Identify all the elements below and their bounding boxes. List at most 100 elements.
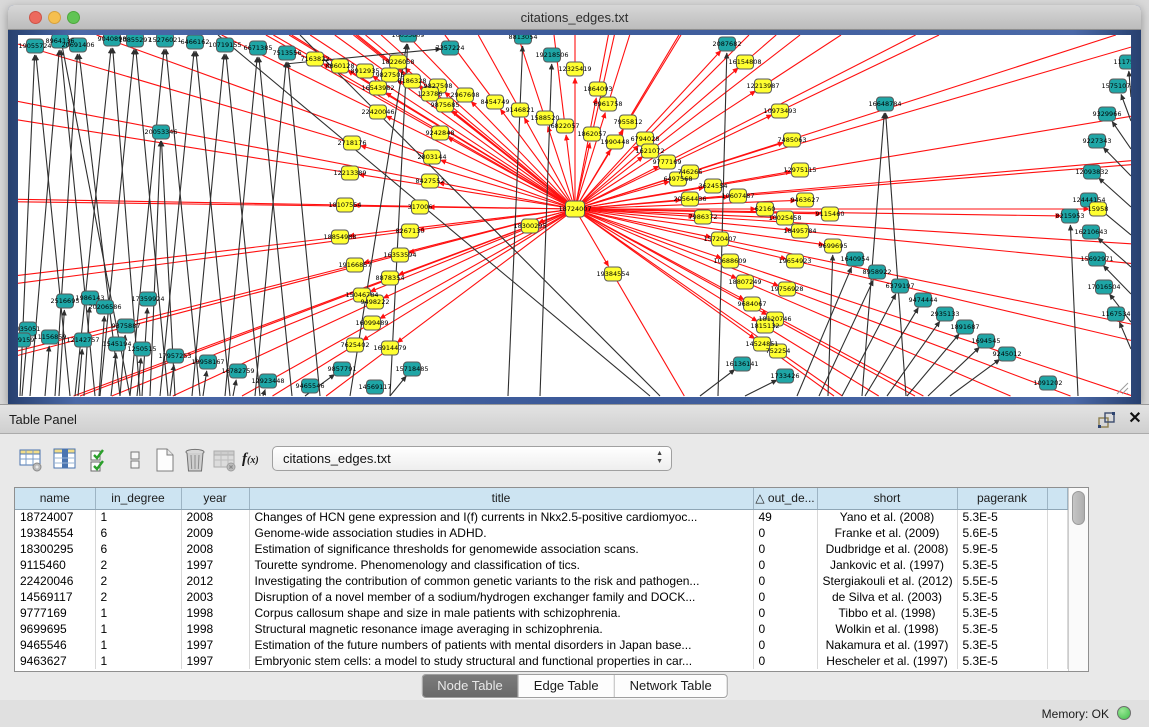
cell[interactable]: Dudbridge et al. (2008) xyxy=(817,541,957,557)
select-spinner-icon[interactable]: ▲▼ xyxy=(656,450,663,466)
cell[interactable]: 2 xyxy=(95,589,181,605)
tab-network-table[interactable]: Network Table xyxy=(615,675,727,697)
cell[interactable]: 2003 xyxy=(181,589,249,605)
table-row[interactable]: 946554611997Estimation of the future num… xyxy=(15,637,1068,653)
new-file-icon[interactable] xyxy=(152,447,178,473)
cell[interactable]: Wolkin et al. (1998) xyxy=(817,621,957,637)
rows-icon[interactable] xyxy=(122,447,148,473)
cell[interactable]: Nakamura et al. (1997) xyxy=(817,637,957,653)
tab-node-table[interactable]: Node Table xyxy=(422,675,519,697)
cell[interactable]: Stergiakouli et al. (2012) xyxy=(817,573,957,589)
table-scrollbar[interactable] xyxy=(1068,488,1088,671)
cell[interactable]: 14569117 xyxy=(15,589,95,605)
delete-table-icon[interactable] xyxy=(212,447,238,473)
column-header-year[interactable]: year xyxy=(181,488,249,509)
cell[interactable]: Tourette syndrome. Phenomenology and cla… xyxy=(249,557,753,573)
cell[interactable]: 18300295 xyxy=(15,541,95,557)
cell[interactable]: de Silva et al. (2003) xyxy=(817,589,957,605)
cell[interactable]: 1 xyxy=(95,653,181,669)
cell[interactable]: 1998 xyxy=(181,605,249,621)
resize-handle-icon[interactable] xyxy=(1113,379,1129,395)
cell[interactable]: 5.3E-5 xyxy=(957,557,1047,573)
table-row[interactable]: 977716911998Corpus callosum shape and si… xyxy=(15,605,1068,621)
close-panel-icon[interactable]: ✕ xyxy=(1126,409,1144,429)
node-table-grid[interactable]: namein_degreeyeartitle△ out_de...shortpa… xyxy=(15,488,1068,669)
cell[interactable]: 5.3E-5 xyxy=(957,509,1047,525)
row-check-icon[interactable] xyxy=(88,447,114,473)
cell[interactable]: 5.3E-5 xyxy=(957,637,1047,653)
cell[interactable]: Corpus callosum shape and size in male p… xyxy=(249,605,753,621)
cell[interactable]: 2009 xyxy=(181,525,249,541)
cell[interactable]: 9699695 xyxy=(15,621,95,637)
column-header-pagerank[interactable]: pagerank xyxy=(957,488,1047,509)
cell[interactable]: Estimation of the future numbers of pati… xyxy=(249,637,753,653)
cell[interactable]: 1 xyxy=(95,637,181,653)
table-settings-icon[interactable] xyxy=(18,447,44,473)
cell[interactable]: 5.6E-5 xyxy=(957,525,1047,541)
cell[interactable]: 1998 xyxy=(181,621,249,637)
cell[interactable]: Tibbo et al. (1998) xyxy=(817,605,957,621)
cell[interactable]: 2 xyxy=(95,557,181,573)
cell[interactable]: Disruption of a novel member of a sodium… xyxy=(249,589,753,605)
cell[interactable]: 6 xyxy=(95,525,181,541)
cell[interactable]: 1 xyxy=(95,605,181,621)
cell[interactable]: 5.3E-5 xyxy=(957,589,1047,605)
cell[interactable]: 5.3E-5 xyxy=(957,653,1047,669)
table-row[interactable]: 1830029562008Estimation of significance … xyxy=(15,541,1068,557)
cell[interactable]: 9465546 xyxy=(15,637,95,653)
table-row[interactable]: 2242004622012Investigating the contribut… xyxy=(15,573,1068,589)
cell[interactable]: Jankovic et al. (1997) xyxy=(817,557,957,573)
cell[interactable]: 9115460 xyxy=(15,557,95,573)
network-canvas[interactable]: 1905572489641362069140690408981085529715… xyxy=(18,35,1131,397)
cell[interactable]: 2012 xyxy=(181,573,249,589)
tab-edge-table[interactable]: Edge Table xyxy=(519,675,615,697)
cell[interactable]: Embryonic stem cells: a model to study s… xyxy=(249,653,753,669)
cell[interactable]: Genome-wide association studies in ADHD. xyxy=(249,525,753,541)
delete-icon[interactable] xyxy=(182,447,208,473)
cell[interactable]: 0 xyxy=(753,557,817,573)
column-chooser-icon[interactable] xyxy=(52,447,78,473)
cell[interactable]: 5.3E-5 xyxy=(957,621,1047,637)
citation-network-graph[interactable]: 1905572489641362069140690408981085529715… xyxy=(18,35,1131,397)
cell[interactable]: 22420046 xyxy=(15,573,95,589)
cell[interactable]: 0 xyxy=(753,589,817,605)
cell[interactable]: 5.5E-5 xyxy=(957,573,1047,589)
column-header-name[interactable]: name xyxy=(15,488,95,509)
cell[interactable]: 2008 xyxy=(181,541,249,557)
cell[interactable]: 1 xyxy=(95,509,181,525)
column-header-in_degree[interactable]: in_degree xyxy=(95,488,181,509)
cell[interactable]: 6 xyxy=(95,541,181,557)
cell[interactable]: Franke et al. (2009) xyxy=(817,525,957,541)
table-scrollbar-thumb[interactable] xyxy=(1072,491,1085,525)
cell[interactable]: Investigating the contribution of common… xyxy=(249,573,753,589)
cell[interactable]: 0 xyxy=(753,621,817,637)
cell[interactable]: 9463627 xyxy=(15,653,95,669)
cell[interactable]: Changes of HCN gene expression and I(f) … xyxy=(249,509,753,525)
cell[interactable]: Yano et al. (2008) xyxy=(817,509,957,525)
cell[interactable]: 0 xyxy=(753,541,817,557)
cell[interactable]: 5.9E-5 xyxy=(957,541,1047,557)
cell[interactable]: 0 xyxy=(753,637,817,653)
cell[interactable]: 1997 xyxy=(181,653,249,669)
cell[interactable]: 1997 xyxy=(181,557,249,573)
cell[interactable]: Structural magnetic resonance image aver… xyxy=(249,621,753,637)
cell[interactable]: 9777169 xyxy=(15,605,95,621)
cell[interactable]: 0 xyxy=(753,525,817,541)
cell[interactable]: 19384554 xyxy=(15,525,95,541)
cell[interactable]: 49 xyxy=(753,509,817,525)
table-row[interactable]: 1456911722003Disruption of a novel membe… xyxy=(15,589,1068,605)
cell[interactable]: 18724007 xyxy=(15,509,95,525)
table-row[interactable]: 969969511998Structural magnetic resonanc… xyxy=(15,621,1068,637)
table-row[interactable]: 946362711997Embryonic stem cells: a mode… xyxy=(15,653,1068,669)
network-select[interactable]: citations_edges.txt ▲▼ xyxy=(272,446,672,471)
cell[interactable]: 0 xyxy=(753,605,817,621)
table-row[interactable]: 911546021997Tourette syndrome. Phenomeno… xyxy=(15,557,1068,573)
cell[interactable]: 0 xyxy=(753,653,817,669)
column-header-title[interactable]: title xyxy=(249,488,753,509)
cell[interactable]: Estimation of significance thresholds fo… xyxy=(249,541,753,557)
cell[interactable]: 2008 xyxy=(181,509,249,525)
cell[interactable]: 1997 xyxy=(181,637,249,653)
column-header-short[interactable]: short xyxy=(817,488,957,509)
table-row[interactable]: 1872400712008Changes of HCN gene express… xyxy=(15,509,1068,525)
column-header-out_de[interactable]: △ out_de... xyxy=(753,488,817,509)
